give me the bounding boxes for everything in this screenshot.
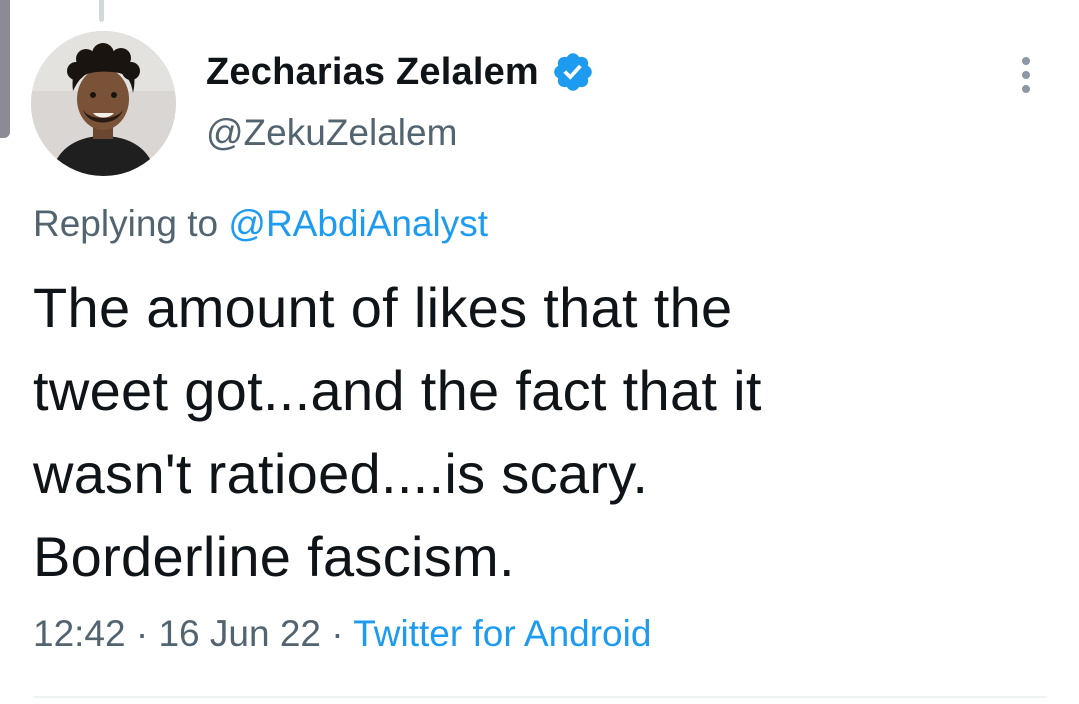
author-display-name[interactable]: Zecharias Zelalem [206, 51, 539, 94]
thread-connector-line [99, 0, 104, 22]
more-dot [1022, 71, 1030, 79]
author-handle[interactable]: @ZekuZelalem [206, 112, 457, 154]
verified-badge-icon [554, 53, 592, 91]
replying-to-prefix: Replying to [33, 203, 219, 244]
avatar-image [31, 31, 176, 176]
more-dot [1022, 85, 1030, 93]
tweet-text: The amount of likes that the tweet got..… [33, 276, 762, 588]
replying-to-line: Replying to @RAbdiAnalyst [33, 203, 488, 245]
replying-to-handle-link[interactable]: @RAbdiAnalyst [228, 203, 488, 244]
avatar[interactable] [31, 31, 176, 176]
left-edge-strip [0, 0, 10, 138]
meta-separator: · [135, 613, 149, 654]
more-dot [1022, 57, 1030, 65]
author-name-row: Zecharias Zelalem [206, 46, 595, 98]
tweet-date[interactable]: 16 Jun 22 [158, 613, 321, 654]
tweet-time[interactable]: 12:42 [33, 613, 126, 654]
tweet-meta: 12:42 · 16 Jun 22 · Twitter for Android [33, 613, 651, 655]
meta-separator: · [331, 613, 344, 654]
divider [33, 696, 1047, 698]
more-vertical-icon[interactable] [1009, 50, 1043, 100]
tweet-source-link[interactable]: Twitter for Android [353, 613, 651, 654]
